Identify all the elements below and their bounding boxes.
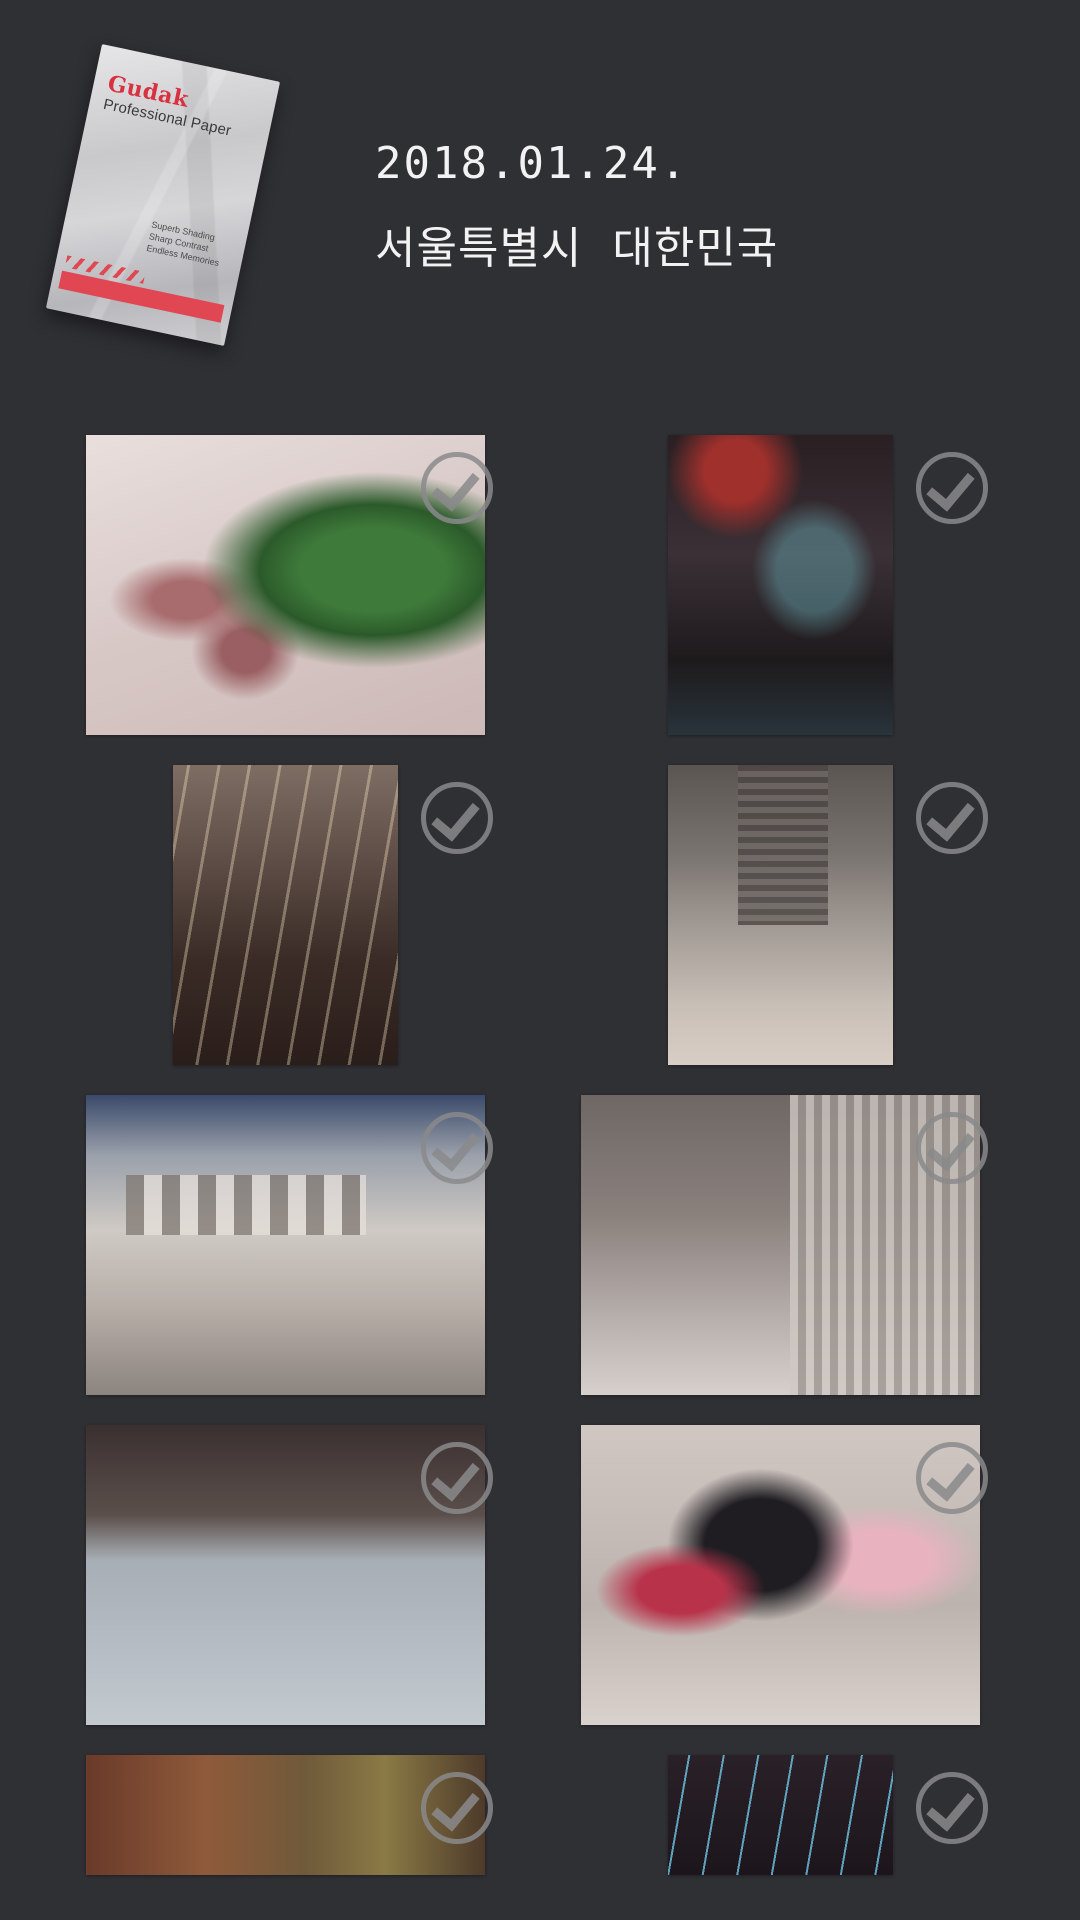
check-circle-icon[interactable] xyxy=(916,1772,988,1844)
check-circle-icon[interactable] xyxy=(916,452,988,524)
photo-thumbnail[interactable] xyxy=(173,765,398,1065)
photo-thumbnail[interactable] xyxy=(668,1755,893,1875)
check-circle-icon[interactable] xyxy=(421,782,493,854)
check-circle-icon[interactable] xyxy=(916,1112,988,1184)
photo-grid xyxy=(0,0,1080,1920)
photo-thumbnail[interactable] xyxy=(668,435,893,735)
check-circle-icon[interactable] xyxy=(916,782,988,854)
check-circle-icon[interactable] xyxy=(421,1772,493,1844)
check-circle-icon[interactable] xyxy=(421,452,493,524)
check-circle-icon[interactable] xyxy=(421,1442,493,1514)
photo-thumbnail[interactable] xyxy=(668,765,893,1065)
check-circle-icon[interactable] xyxy=(916,1442,988,1514)
check-circle-icon[interactable] xyxy=(421,1112,493,1184)
